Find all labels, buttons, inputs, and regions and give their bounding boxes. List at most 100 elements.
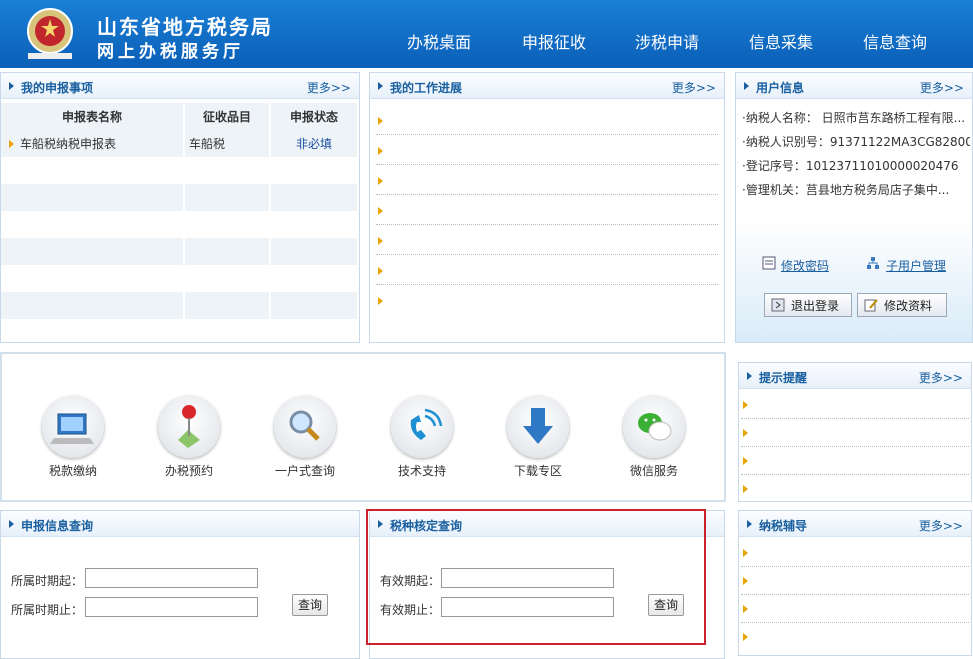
list-item[interactable]: [741, 595, 969, 623]
sub-user-management-link[interactable]: 子用户管理: [886, 257, 946, 274]
nav-apply[interactable]: 涉税申请: [635, 29, 699, 53]
more-link[interactable]: 更多>>: [919, 369, 963, 386]
triangle-icon: [744, 82, 749, 90]
panel-header: 提示提醒 更多>>: [739, 363, 971, 389]
list-item[interactable]: [376, 195, 718, 225]
nav-desktop[interactable]: 办税桌面: [407, 29, 471, 53]
panel-header: 申报信息查询: [1, 511, 359, 537]
magnifier-icon[interactable]: [274, 396, 336, 458]
list-item[interactable]: [741, 447, 969, 475]
appointment-icon[interactable]: [158, 396, 220, 458]
highlight-box: [366, 509, 706, 645]
arrow-icon: [378, 147, 383, 155]
table-row: [1, 157, 359, 184]
list-item[interactable]: [376, 225, 718, 255]
triangle-icon: [747, 372, 752, 380]
more-link[interactable]: 更多>>: [919, 517, 963, 534]
tax-authority: ·管理机关：莒县地方税务局店子集中...: [742, 183, 950, 197]
column-header: 申报表名称: [1, 103, 185, 130]
arrow-icon: [743, 633, 748, 641]
panel-title: 我的工作进展: [390, 81, 463, 95]
period-end-input[interactable]: [85, 597, 258, 617]
arrow-icon: [743, 577, 748, 585]
tax-item: 车船税: [184, 130, 271, 157]
declaration-query-button[interactable]: 查询: [292, 594, 328, 616]
nav-declare[interactable]: 申报征收: [522, 29, 586, 53]
arrow-icon: [743, 457, 748, 465]
list-item[interactable]: [741, 623, 969, 651]
form-name[interactable]: 车船税纳税申报表: [20, 137, 116, 151]
list-item[interactable]: [741, 539, 969, 567]
list-item[interactable]: [376, 165, 718, 195]
list-item[interactable]: [376, 135, 718, 165]
arrow-icon: [378, 207, 383, 215]
change-password-link[interactable]: 修改密码: [781, 257, 829, 274]
table-row: [1, 238, 359, 265]
taxpayer-id: ·纳税人识别号：91371122MA3CG82800: [742, 135, 970, 149]
arrow-icon: [9, 140, 14, 148]
quick-link-label[interactable]: 技术支持: [377, 462, 467, 479]
nav-query[interactable]: 信息查询: [863, 29, 927, 53]
site-subtitle: 网上办税服务厅: [97, 42, 244, 62]
status[interactable]: 非必填: [270, 130, 359, 157]
arrow-icon: [378, 267, 383, 275]
arrow-icon: [378, 177, 383, 185]
quick-link-label[interactable]: 微信服务: [609, 462, 699, 479]
list-item[interactable]: [376, 105, 718, 135]
logout-button[interactable]: 退出登录: [764, 293, 852, 317]
list-item[interactable]: [376, 285, 718, 315]
quick-link-label[interactable]: 一户式查询: [260, 462, 350, 479]
quick-link-label[interactable]: 下载专区: [493, 462, 583, 479]
column-header: 申报状态: [270, 103, 359, 130]
download-icon[interactable]: [507, 396, 569, 458]
edit-profile-icon: [864, 299, 878, 312]
arrow-icon: [743, 401, 748, 409]
triangle-icon: [378, 82, 383, 90]
period-start-input[interactable]: [85, 568, 258, 588]
edit-profile-button[interactable]: 修改资料: [857, 293, 947, 317]
arrow-icon: [378, 237, 383, 245]
triangle-icon: [9, 82, 14, 90]
header-bar: 山东省地方税务局 网上办税服务厅 办税桌面 申报征收 涉税申请 信息采集 信息查…: [0, 0, 973, 68]
arrow-icon: [743, 429, 748, 437]
column-header: 征收品目: [184, 103, 271, 130]
list-item[interactable]: [741, 475, 969, 501]
more-link[interactable]: 更多>>: [920, 79, 964, 96]
declarations-table: 申报表名称 征收品目 申报状态 车船税纳税申报表 车船税 非必填: [1, 103, 359, 319]
quick-link-label[interactable]: 办税预约: [144, 462, 234, 479]
list-item[interactable]: [741, 391, 969, 419]
table-row: [1, 211, 359, 238]
arrow-icon: [743, 549, 748, 557]
guidance-panel: 纳税辅导 更多>>: [738, 510, 972, 656]
panel-title: 申报信息查询: [21, 519, 94, 533]
quick-links-panel: 税款缴纳 办税预约 一户式查询 技术支持 下载专区 微信服务: [0, 352, 726, 502]
sub-user-icon: [867, 257, 879, 269]
nav-collect[interactable]: 信息采集: [749, 29, 813, 53]
site-title: 山东省地方税务局: [97, 15, 273, 39]
phone-support-icon[interactable]: [391, 396, 453, 458]
logout-icon: [771, 298, 785, 312]
more-link[interactable]: 更多>>: [307, 79, 351, 96]
list-item[interactable]: [376, 255, 718, 285]
logout-label: 退出登录: [791, 298, 840, 313]
taxpayer-name: ·纳税人名称： 日照市莒东路桥工程有限...: [742, 111, 966, 125]
quick-link-label[interactable]: 税款缴纳: [28, 462, 118, 479]
panel-title: 用户信息: [756, 81, 805, 95]
list-item[interactable]: [741, 419, 969, 447]
table-row[interactable]: 车船税纳税申报表 车船税 非必填: [1, 130, 359, 157]
panel-title: 纳税辅导: [759, 519, 808, 533]
more-link[interactable]: 更多>>: [672, 79, 716, 96]
user-info-panel: 用户信息 更多>> ·纳税人名称： 日照市莒东路桥工程有限... ·纳税人识别号…: [735, 72, 973, 343]
triangle-icon: [9, 520, 14, 528]
arrow-icon: [378, 117, 383, 125]
tax-payment-icon[interactable]: [42, 396, 104, 458]
arrow-icon: [743, 605, 748, 613]
declaration-query-panel: 申报信息查询 所属时期起： 所属时期止： 查询: [0, 510, 360, 659]
wechat-icon[interactable]: [623, 396, 685, 458]
panel-header: 用户信息 更多>>: [736, 73, 972, 99]
my-declarations-panel: 我的申报事项 更多>> 申报表名称 征收品目 申报状态 车船税纳税申报表 车船税…: [0, 72, 360, 343]
reminders-panel: 提示提醒 更多>>: [738, 362, 972, 502]
arrow-icon: [378, 297, 383, 305]
list-item[interactable]: [741, 567, 969, 595]
table-row: [1, 184, 359, 211]
